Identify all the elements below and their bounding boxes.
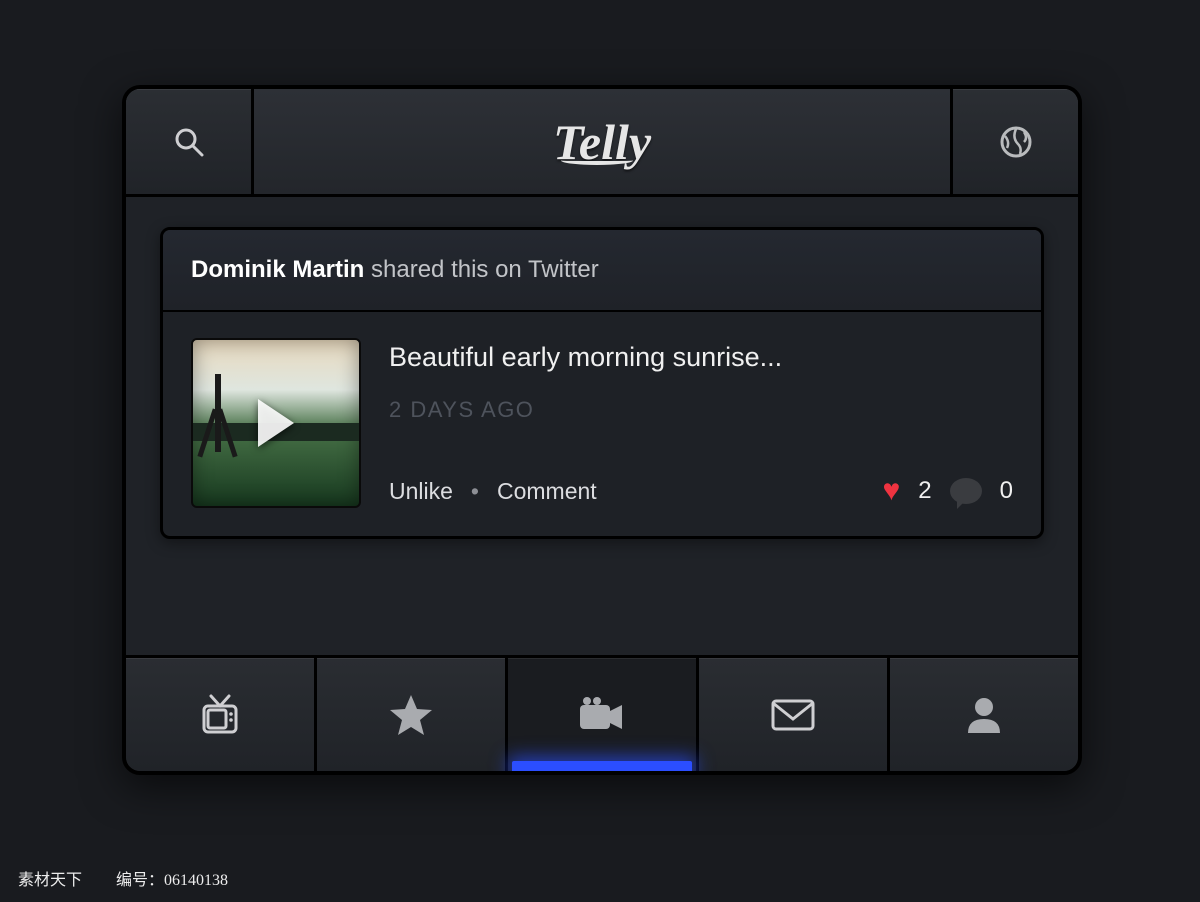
search-icon bbox=[172, 125, 206, 159]
watermark-code-label: 编号： bbox=[116, 872, 164, 889]
card-body: Beautiful early morning sunrise... 2 DAY… bbox=[163, 312, 1041, 536]
brand-area: Telly bbox=[254, 89, 950, 194]
globe-button[interactable] bbox=[950, 89, 1078, 194]
action-row: Unlike • Comment ♥ 2 0 bbox=[389, 474, 1013, 508]
active-indicator bbox=[512, 761, 692, 773]
mail-icon bbox=[769, 697, 817, 733]
profile-icon bbox=[962, 693, 1006, 737]
app-panel: Telly Dominik Martin shared this on Twit… bbox=[122, 85, 1082, 775]
unlike-button[interactable]: Unlike bbox=[389, 478, 453, 505]
heart-icon[interactable]: ♥ bbox=[882, 474, 900, 508]
top-bar: Telly bbox=[126, 89, 1078, 197]
feed-card: Dominik Martin shared this on Twitter Be… bbox=[160, 227, 1044, 539]
nav-tv[interactable] bbox=[126, 658, 317, 771]
watermark-site: 素材天下 bbox=[18, 872, 86, 889]
card-header: Dominik Martin shared this on Twitter bbox=[163, 230, 1041, 312]
nav-profile[interactable] bbox=[890, 658, 1078, 771]
comment-count: 0 bbox=[1000, 477, 1013, 505]
watermark-code: 06140138 bbox=[164, 872, 228, 889]
author-name[interactable]: Dominik Martin bbox=[191, 256, 364, 283]
share-source: shared this on Twitter bbox=[364, 256, 598, 283]
card-info: Beautiful early morning sunrise... 2 DAY… bbox=[389, 338, 1013, 508]
play-icon bbox=[258, 399, 294, 447]
globe-icon bbox=[998, 124, 1034, 160]
comment-button[interactable]: Comment bbox=[497, 478, 597, 505]
nav-mail[interactable] bbox=[699, 658, 890, 771]
stats: ♥ 2 0 bbox=[882, 474, 1013, 508]
nav-star[interactable] bbox=[317, 658, 508, 771]
video-thumbnail[interactable] bbox=[191, 338, 361, 508]
video-title[interactable]: Beautiful early morning sunrise... bbox=[389, 342, 1013, 373]
comment-icon[interactable] bbox=[950, 478, 982, 504]
watermark: 素材天下 编号：06140138 bbox=[18, 866, 228, 890]
content-area: Dominik Martin shared this on Twitter Be… bbox=[126, 197, 1078, 655]
star-icon bbox=[387, 691, 435, 739]
search-button[interactable] bbox=[126, 89, 254, 194]
timestamp: 2 DAYS AGO bbox=[389, 397, 1013, 423]
bottom-nav bbox=[126, 655, 1078, 771]
separator-dot: • bbox=[471, 478, 479, 505]
brand-logo: Telly bbox=[553, 113, 651, 171]
like-count: 2 bbox=[918, 477, 931, 505]
tv-icon bbox=[197, 692, 243, 738]
camera-icon bbox=[576, 695, 628, 735]
nav-camera[interactable] bbox=[508, 658, 699, 771]
